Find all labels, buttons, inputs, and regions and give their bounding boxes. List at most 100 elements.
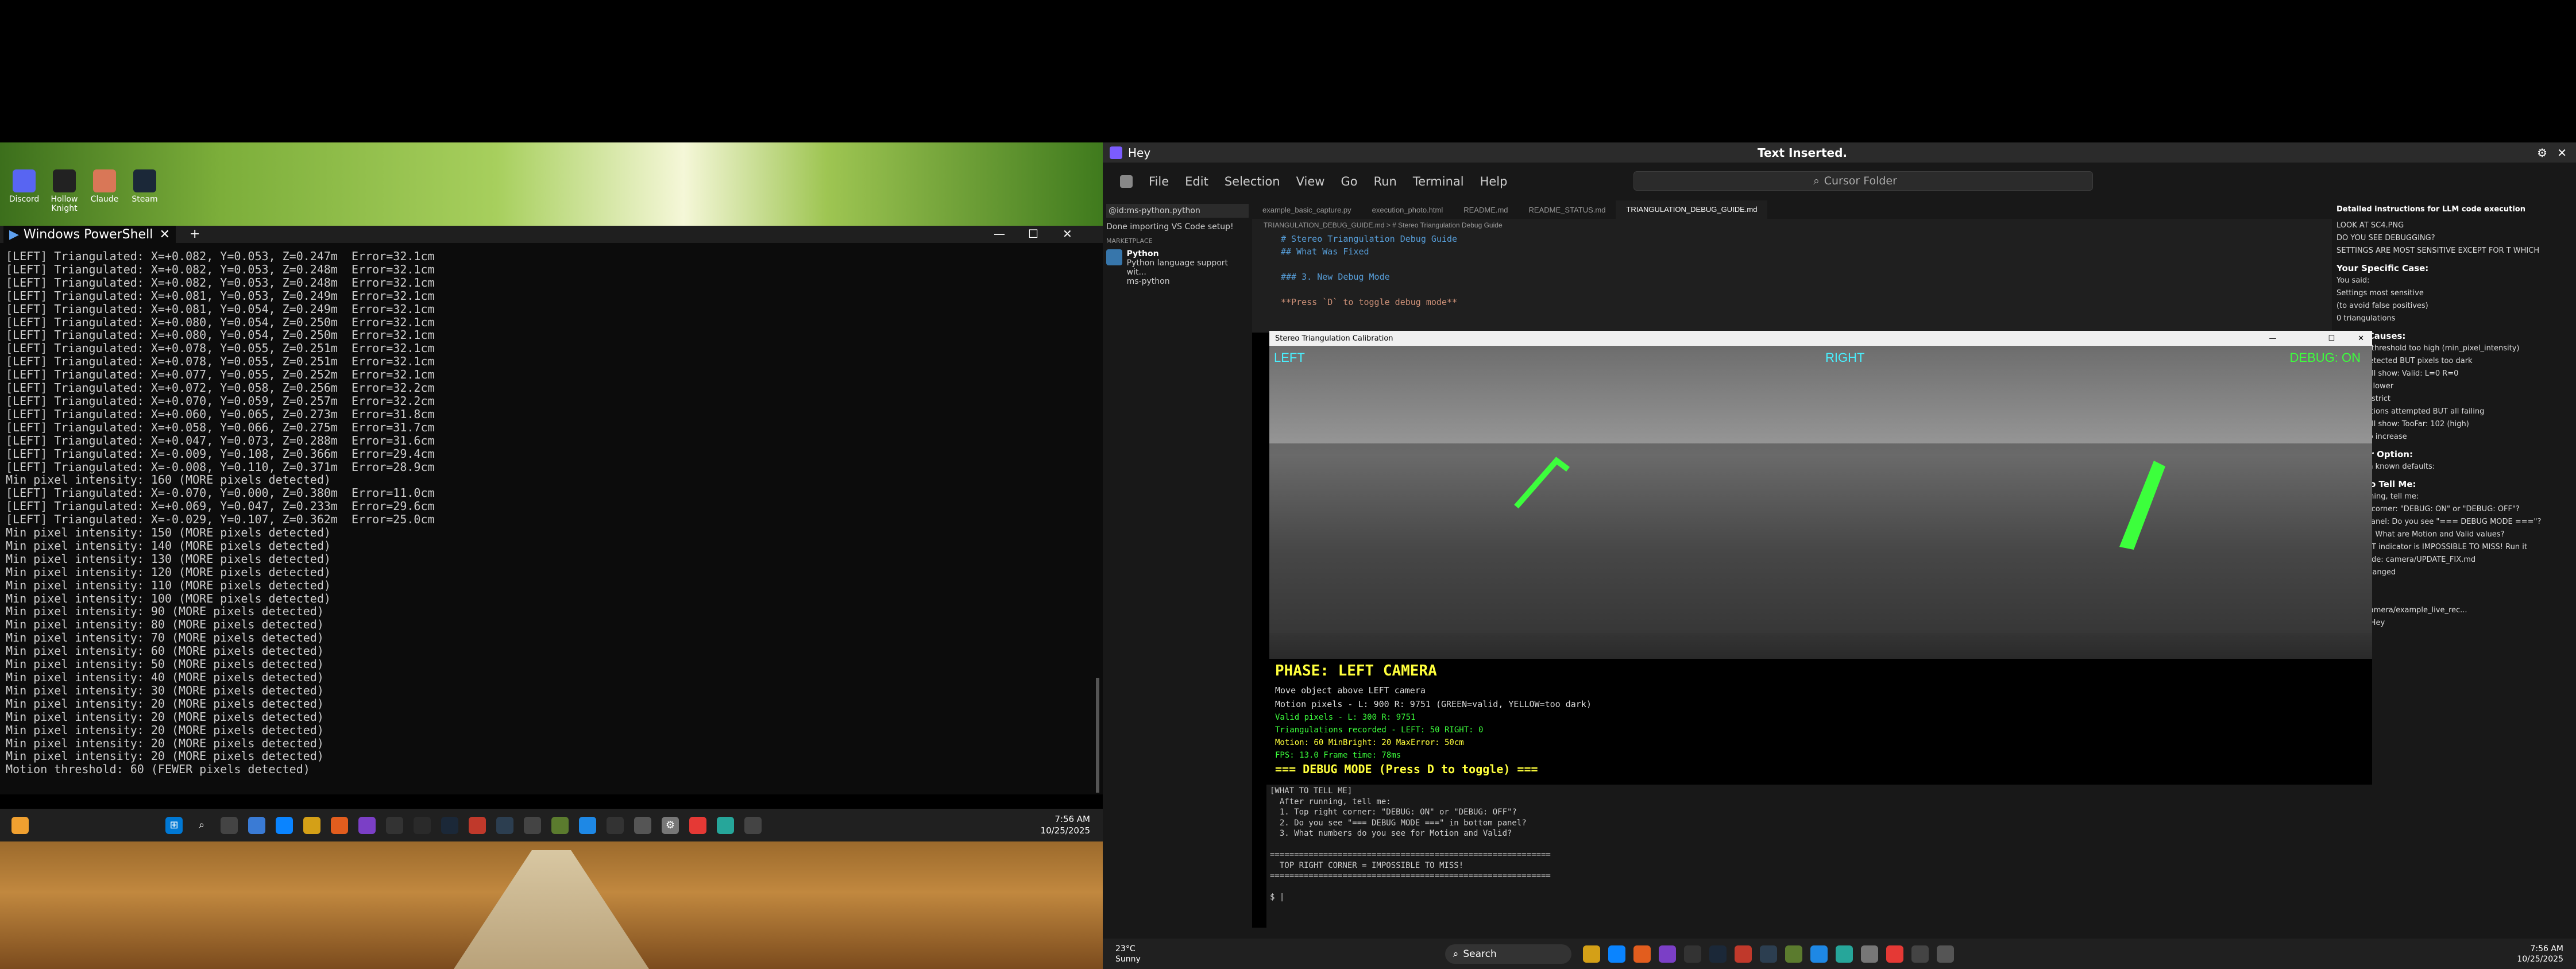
info-line: Valid pixels - L: 300 R: 9751 [1275,713,1416,722]
code-lines[interactable]: # Stereo Triangulation Debug Guide ## Wha… [1252,231,2332,310]
editor-tab[interactable]: README.md [1453,206,1518,214]
editor-tab[interactable]: example_basic_capture.py [1252,206,1362,214]
app-icon[interactable] [524,816,541,834]
app-icon[interactable] [1658,945,1676,963]
breadcrumb[interactable]: TRIANGULATION_DEBUG_GUIDE.md > # Stereo … [1252,219,2332,231]
terminal-line: [LEFT] Triangulated: X=+0.080, Y=0.054, … [6,328,435,342]
maximize-icon[interactable]: ☐ [1028,227,1038,241]
terminal-line: [LEFT] Triangulated: X=+0.082, Y=0.053, … [6,249,435,263]
app-icon[interactable] [414,816,431,834]
minimize-icon[interactable]: — [2269,334,2276,343]
app-icon[interactable] [579,816,596,834]
desktop-icon-claude[interactable]: Claude [86,169,123,210]
editor-area[interactable]: example_basic_capture.py execution_photo… [1252,200,2332,333]
terminal-line: Min pixel intensity: 60 (MORE pixels det… [6,644,324,658]
search-input[interactable]: ⌕ Cursor Folder [1633,171,2093,191]
close-icon[interactable]: ✕ [2557,146,2567,160]
status-bar [1103,928,2576,939]
editor-tab-active[interactable]: TRIANGULATION_DEBUG_GUIDE.md [1616,200,1768,219]
desktop-icon-hollow-knight[interactable]: Hollow Knight [46,169,83,213]
app-icon[interactable] [717,816,734,834]
app-icon[interactable] [1709,945,1727,963]
gear-icon[interactable]: ⚙ [2537,146,2547,160]
app-icon[interactable] [1633,945,1651,963]
close-icon[interactable]: ✕ [160,227,170,242]
menu-run[interactable]: Run [1374,175,1397,188]
app-icon[interactable] [1582,945,1600,963]
steam-icon[interactable] [441,816,458,834]
app-icon[interactable] [248,816,265,834]
desktop-icon-steam[interactable]: Steam [126,169,163,210]
app-icon[interactable] [1886,945,1903,963]
app-icon[interactable] [689,816,706,834]
scrollbar[interactable] [1096,678,1099,793]
menu-go[interactable]: Go [1341,175,1357,188]
menu-file[interactable]: File [1149,175,1169,188]
start-icon[interactable]: ⊞ [165,816,183,834]
terminal-icon[interactable] [386,816,403,834]
app-icon[interactable] [744,816,762,834]
app-icon[interactable] [1835,945,1853,963]
left-camera-label: LEFT [1274,350,1305,365]
menu-terminal[interactable]: Terminal [1413,175,1464,188]
maximize-icon[interactable]: ☐ [2328,334,2335,343]
app-icon[interactable] [1734,945,1752,963]
firefox-icon[interactable] [331,816,348,834]
close-icon[interactable]: ✕ [2358,334,2364,343]
chat-line: LOOK AT SC4.PNG [2336,221,2404,230]
task-view-icon[interactable] [221,816,238,834]
editor-tabs: example_basic_capture.py execution_photo… [1252,200,2332,219]
terminal-line: 3. What numbers do you see for Motion an… [1270,829,1512,838]
app-icon[interactable] [1860,945,1878,963]
powershell-output[interactable]: [LEFT] Triangulated: X=+0.082, Y=0.053, … [0,243,1103,794]
terminal-line: Min pixel intensity: 20 (MORE pixels det… [6,696,324,711]
clock[interactable]: 7:56 AM 10/25/2025 [2517,944,2563,964]
app-icon[interactable] [358,816,376,834]
extension-publisher: ms-python [1126,277,1170,286]
editor-tab[interactable]: README_STATUS.md [1519,206,1616,214]
app-icon[interactable] [1810,945,1828,963]
code-line: ### 3. New Debug Mode [1281,272,1390,282]
search-icon[interactable]: ⌕ [193,817,210,834]
app-icon[interactable] [607,816,624,834]
menu-view[interactable]: View [1296,175,1325,188]
app-icon[interactable] [1759,945,1777,963]
gear-icon[interactable]: ⚙ [662,816,679,834]
extension-search-input[interactable]: @id:ms-python.python [1106,204,1249,218]
weather-widget[interactable]: 23°C Sunny [1115,944,1141,964]
terminal-panel[interactable]: [WHAT TO TELL ME] After running, tell me… [1266,785,2341,939]
marketplace-header: MARKETPLACE [1106,237,1153,245]
chat-line: SETTINGS ARE MOST SENSITIVE EXCEPT FOR T… [2336,246,2540,255]
app-icon[interactable] [634,816,651,834]
app-icon[interactable] [1936,945,1954,963]
close-icon[interactable]: ✕ [1063,227,1072,241]
edge-icon[interactable] [276,816,293,834]
editor-tab[interactable]: execution_photo.html [1362,206,1454,214]
phase-label: PHASE: LEFT CAMERA [1275,662,1437,680]
app-icon[interactable] [1608,945,1625,963]
minimize-icon[interactable]: — [994,227,1005,241]
weather-icon[interactable] [11,816,29,834]
extension-item-python[interactable]: Python Python language support wit... ms-p… [1106,249,1249,286]
notification-text: Text Inserted. [1758,145,1848,160]
terminal-line: Min pixel intensity: 120 (MORE pixels de… [6,565,331,579]
app-icon[interactable] [469,816,486,834]
app-icon[interactable] [1683,945,1701,963]
menu-selection[interactable]: Selection [1225,175,1280,188]
terminal-line: Min pixel intensity: 130 (MORE pixels de… [6,551,331,566]
terminal-line: After running, tell me: [1270,797,1391,806]
menu-help[interactable]: Help [1480,175,1508,188]
new-tab-icon[interactable]: + [190,227,200,241]
app-icon[interactable] [1785,945,1802,963]
app-icon[interactable] [496,816,513,834]
clock[interactable]: 7:56 AM 10/25/2025 [1041,813,1090,836]
explorer-icon[interactable] [303,816,320,834]
desktop-icon-discord[interactable]: Discord [6,169,43,210]
taskbar-search[interactable]: ⌕ Search [1445,944,1571,964]
app-icon[interactable] [1911,945,1929,963]
powershell-tab[interactable]: ▶ Windows PowerShell ✕ [3,226,176,243]
app-icon[interactable] [551,816,569,834]
menu-edit[interactable]: Edit [1185,175,1208,188]
